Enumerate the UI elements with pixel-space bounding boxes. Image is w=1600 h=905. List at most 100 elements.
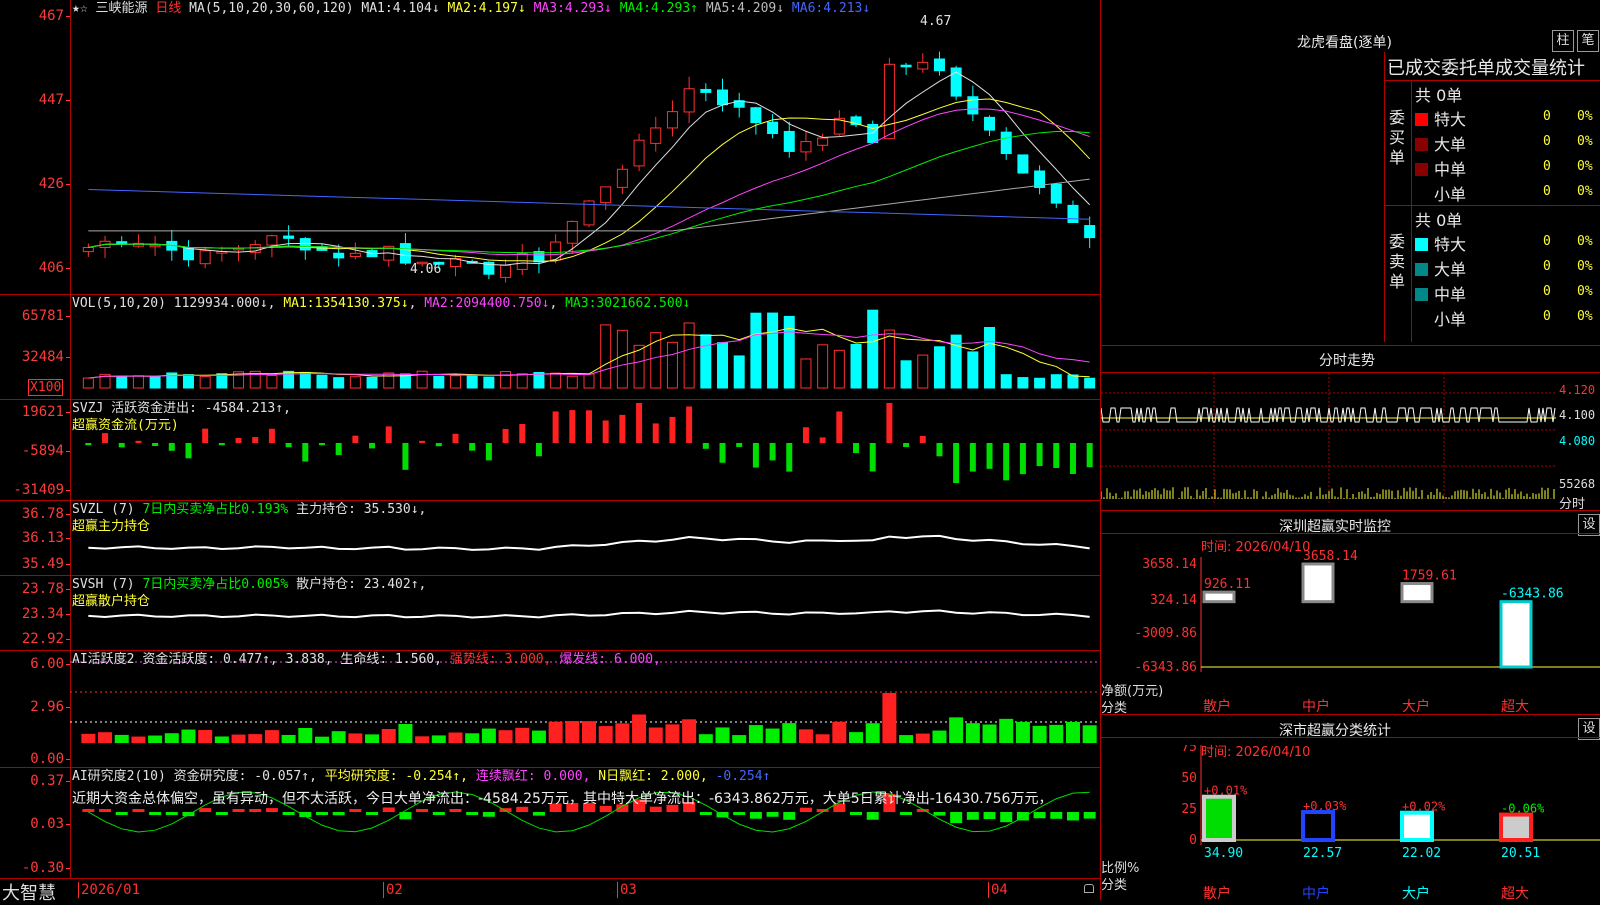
candlestick-chart[interactable] [0, 0, 1100, 294]
research-bar [933, 812, 946, 816]
fund-flow-bar [719, 443, 726, 463]
volume-header: VOL(5,10,20) 1129934.000↓, MA1:1354130.3… [72, 296, 691, 311]
volume-pane[interactable]: 65781 32484 X100 VOL(5,10,20) 1129934.00… [0, 295, 1100, 400]
candle [883, 63, 895, 140]
ai1-value3: 3.838, [285, 652, 333, 667]
fund-flow-bar [1086, 443, 1093, 468]
activity-bar [899, 735, 914, 743]
lhb-tabs[interactable]: 已成交委托单成交量统计 [1387, 54, 1585, 80]
research-bar [783, 812, 796, 820]
ma-line [88, 131, 1090, 254]
volume-bar [466, 375, 478, 389]
fund-flow-bar [185, 443, 192, 459]
fund-flow-bar [836, 411, 843, 443]
classify-axis-tick: 50 [1181, 771, 1197, 786]
activity-bar [932, 730, 947, 743]
volume-bar [616, 329, 628, 389]
candle [666, 111, 678, 129]
fund-flow-bar [218, 443, 225, 446]
volume-bar [1034, 377, 1046, 389]
fund-flow-bar [602, 420, 609, 443]
monitor-value-label: 1759.61 [1402, 569, 1457, 584]
sell-row-xl: 特大 [1415, 231, 1466, 255]
lhb-stats-box: 已成交委托单成交量统计 委买单 委卖单 共 0单 特大 大单 中单 小单 0 0… [1384, 52, 1600, 342]
ai2-label: AI研究度2(10) [72, 769, 166, 784]
research-bar [1083, 812, 1096, 819]
volume-bar [299, 371, 311, 389]
ai1-life-value: 1.560, [395, 652, 443, 667]
ai2-nred-value: 2.000, [660, 769, 708, 784]
svzj-pane[interactable]: 19621 -5894 -31409 SVZJ 活跃资金进出: -4584.21… [0, 400, 1100, 501]
fund-flow-bar [402, 443, 409, 470]
research-bar [215, 812, 228, 815]
volume-bar [783, 315, 795, 389]
monitor-bar-chart[interactable]: 3658.14 324.14 -3009.86 -6343.86 926.11 3658.… [1101, 537, 1600, 717]
volume-bar [500, 371, 512, 389]
sell-orders-label: 委卖单 [1389, 232, 1406, 291]
fund-flow-bar [419, 440, 426, 443]
buy-count: 0 [1543, 134, 1551, 149]
research-bar [265, 808, 278, 812]
activity-bar [815, 734, 830, 743]
period-label[interactable]: 日线 [155, 1, 181, 16]
svsh-ratio: 7日内买卖净占比0.005% [142, 577, 289, 592]
divider [1101, 714, 1600, 715]
monitor-value-label: 926.11 [1204, 577, 1251, 592]
activity-bar [999, 718, 1014, 743]
classify-bar-chart[interactable]: 75 50 25 0 +0.01% 34.90 +0.03% 22.57 +0.02% 22.02… [1101, 745, 1600, 885]
candle [700, 88, 712, 93]
svzl-pane[interactable]: 36.78 36.13 35.49 SVZL (7) 7日内买卖净占比0.193… [0, 501, 1100, 576]
fund-flow-bar [469, 443, 476, 451]
bar-mode-button[interactable]: 柱 [1552, 30, 1574, 52]
lock-icon[interactable] [1084, 884, 1094, 893]
monitor-category: 中户 [1302, 699, 1330, 715]
fund-flow-bar [135, 440, 142, 443]
intraday-chart[interactable]: 4.120 4.100 4.080 55268 分时 [1101, 372, 1600, 512]
favorite-star-icon[interactable]: ★☆ [72, 1, 88, 16]
volume-bar [316, 374, 328, 389]
candle [516, 252, 528, 270]
ma1-value: 4.104↓ [392, 1, 440, 16]
candle [633, 139, 645, 167]
activity-bar [1082, 725, 1097, 743]
vol-ma3-label: MA3: [565, 296, 597, 311]
ma-label: MA(5,10,20,30,60,120) [189, 1, 354, 16]
sell-count: 0 [1543, 259, 1551, 274]
activity-bar [448, 732, 463, 743]
divider [1101, 345, 1600, 346]
date-tick: 03 [617, 882, 637, 898]
buy-pct: 0% [1577, 159, 1593, 174]
ma-line [88, 71, 1091, 266]
volume-bar [867, 309, 879, 389]
svsh-pane[interactable]: 23.78 23.34 22.92 SVSH (7) 7日内买卖净占比0.005… [0, 576, 1100, 651]
classify-value-label: 20.51 [1501, 846, 1540, 861]
activity-bar [798, 729, 813, 743]
intraday-svg[interactable] [1101, 373, 1600, 510]
intraday-price-tick: 4.100 [1559, 408, 1596, 422]
ai-activity-pane[interactable]: 6.00 2.96 0.00 AI活跃度2 资金活跃度: 0.477↑, 3.8… [0, 651, 1100, 768]
activity-bar [598, 726, 613, 743]
tick-mode-button[interactable]: 笔 [1577, 30, 1599, 52]
volume-bar [533, 372, 545, 389]
candle [717, 89, 729, 106]
classify-value-label: 34.90 [1204, 846, 1243, 861]
candle [1050, 183, 1062, 204]
ai-research-pane[interactable]: 0.37 0.03 -0.30 AI研究度2(10) 资金研究度: -0.057… [0, 768, 1100, 879]
monitor-axis-tick: -3009.86 [1134, 626, 1197, 641]
activity-bar [248, 734, 263, 743]
volume-bar [900, 360, 912, 389]
divider [1101, 533, 1600, 534]
date-tick: 04 [988, 882, 1008, 898]
vol-ma3: 3021662.500↓ [596, 296, 691, 311]
research-bar [449, 809, 462, 812]
research-bar [115, 812, 128, 815]
price-pane[interactable]: 467 447 426 406 ★☆ 三峡能源 日线 MA(5,10,20,30… [0, 0, 1100, 295]
ai-activity-chart[interactable] [0, 651, 1100, 767]
volume-bar [967, 351, 979, 389]
fund-flow-bar [903, 443, 910, 447]
research-bar [149, 812, 162, 815]
sell-row-s: 小单 [1434, 310, 1467, 329]
activity-bar [982, 724, 997, 743]
fund-flow-bar [252, 437, 259, 443]
retail-line [88, 609, 1090, 619]
